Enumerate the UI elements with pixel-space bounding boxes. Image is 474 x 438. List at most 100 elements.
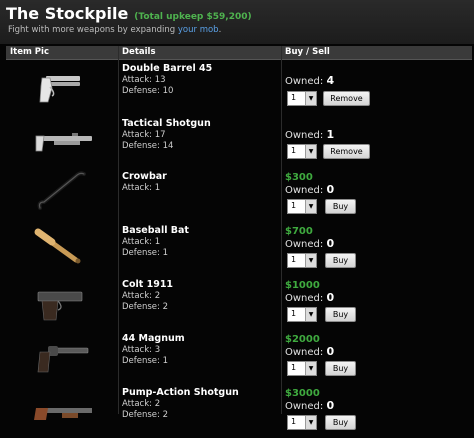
item-attack: Attack: 17 — [122, 130, 166, 140]
owned-count: Owned: 0 — [285, 237, 334, 250]
table-row: Colt 1911 Attack: 2 Defense: 2 $1000 Own… — [6, 276, 472, 330]
owned-count: Owned: 0 — [285, 291, 334, 304]
page-title: The Stockpile (Total upkeep $59,200) — [6, 4, 252, 23]
page-subtitle: Fight with more weapons by expanding you… — [8, 25, 221, 35]
quantity-select[interactable]: 1 ▼ — [287, 307, 317, 322]
owned-label: Owned: — [285, 347, 327, 358]
table-row: Pump-Action Shotgun Attack: 2 Defense: 2… — [6, 384, 472, 438]
chevron-down-icon[interactable]: ▼ — [305, 145, 316, 158]
owned-label: Owned: — [285, 239, 327, 250]
item-attack: Attack: 13 — [122, 75, 166, 85]
item-attack: Attack: 1 — [122, 183, 161, 193]
title-text: The Stockpile — [6, 4, 129, 23]
item-defense: Defense: 1 — [122, 248, 169, 258]
table-row: Tactical Shotgun Attack: 17 Defense: 14 … — [6, 115, 472, 169]
chevron-down-icon[interactable]: ▼ — [305, 308, 316, 321]
crowbar-icon — [37, 171, 86, 210]
quantity-value: 1 — [291, 309, 297, 318]
owned-label: Owned: — [285, 130, 327, 141]
item-name: Pump-Action Shotgun — [122, 387, 239, 398]
owned-label: Owned: — [285, 401, 327, 412]
item-name: 44 Magnum — [122, 333, 185, 344]
quantity-value: 1 — [291, 93, 297, 102]
item-defense: Defense: 1 — [122, 356, 169, 366]
item-attack: Attack: 1 — [122, 237, 161, 247]
owned-value: 1 — [326, 128, 335, 141]
owned-count: Owned: 1 — [285, 128, 334, 141]
owned-label: Owned: — [285, 185, 327, 196]
item-defense: Defense: 14 — [122, 141, 174, 151]
chevron-down-icon[interactable]: ▼ — [305, 254, 316, 267]
owned-label: Owned: — [285, 293, 327, 304]
item-attack: Attack: 2 — [122, 291, 161, 301]
owned-value: 0 — [326, 237, 335, 250]
item-price: $700 — [285, 226, 313, 237]
buy-button[interactable]: Buy — [325, 253, 356, 268]
col-buy-sell: Buy / Sell — [285, 47, 330, 57]
col-item-pic: Item Pic — [10, 47, 49, 57]
derringer-pistol-icon — [39, 76, 80, 103]
quantity-value: 1 — [291, 363, 297, 372]
chevron-down-icon[interactable]: ▼ — [305, 416, 316, 429]
item-pic — [6, 115, 118, 169]
item-pic — [6, 384, 118, 438]
table-header: Item Pic Details Buy / Sell — [6, 46, 472, 60]
item-price: $3000 — [285, 388, 320, 399]
owned-count: Owned: 0 — [285, 183, 334, 196]
table-row: Double Barrel 45 Attack: 13 Defense: 10 … — [6, 60, 472, 114]
buy-button[interactable]: Buy — [325, 199, 356, 214]
item-price: $1000 — [285, 280, 320, 291]
quantity-select[interactable]: 1 ▼ — [287, 415, 317, 430]
owned-value: 0 — [326, 345, 335, 358]
pistol-icon — [37, 291, 83, 321]
item-name: Crowbar — [122, 171, 167, 182]
revolver-icon — [37, 346, 89, 373]
buy-button[interactable]: Buy — [325, 307, 356, 322]
quantity-select[interactable]: 1 ▼ — [287, 199, 317, 214]
item-name: Colt 1911 — [122, 279, 174, 290]
owned-value: 0 — [326, 183, 335, 196]
owned-count: Owned: 0 — [285, 345, 334, 358]
quantity-select[interactable]: 1 ▼ — [287, 144, 317, 159]
item-defense: Defense: 2 — [122, 410, 169, 420]
table-row: 44 Magnum Attack: 3 Defense: 1 $2000 Own… — [6, 330, 472, 384]
chevron-down-icon[interactable]: ▼ — [305, 92, 316, 105]
chevron-down-icon[interactable]: ▼ — [305, 200, 316, 213]
item-price: $2000 — [285, 334, 320, 345]
page-header: The Stockpile (Total upkeep $59,200) Figh… — [0, 0, 474, 44]
item-attack: Attack: 3 — [122, 345, 161, 355]
table-row: Baseball Bat Attack: 1 Defense: 1 $700 O… — [6, 222, 472, 276]
tactical-shotgun-icon — [35, 133, 92, 152]
owned-value: 4 — [326, 74, 335, 87]
pump-shotgun-icon — [34, 408, 92, 420]
table-row: Crowbar Attack: 1 $300 Owned: 0 1 ▼ Buy — [6, 168, 472, 222]
quantity-value: 1 — [291, 255, 297, 264]
item-defense: Defense: 2 — [122, 302, 169, 312]
col-details: Details — [122, 47, 156, 57]
item-name: Double Barrel 45 — [122, 63, 213, 74]
buy-button[interactable]: Buy — [325, 415, 356, 430]
item-pic — [6, 330, 118, 384]
quantity-select[interactable]: 1 ▼ — [287, 361, 317, 376]
your-mob-link[interactable]: your mob — [178, 25, 219, 35]
remove-button[interactable]: Remove — [323, 91, 370, 106]
item-name: Tactical Shotgun — [122, 118, 211, 129]
remove-button[interactable]: Remove — [323, 144, 370, 159]
item-pic — [6, 168, 118, 222]
item-pic — [6, 60, 118, 114]
item-pic — [6, 222, 118, 276]
subtitle-text: Fight with more weapons by expanding — [8, 25, 178, 35]
item-name: Baseball Bat — [122, 225, 189, 236]
chevron-down-icon[interactable]: ▼ — [305, 362, 316, 375]
owned-label: Owned: — [285, 76, 327, 87]
buy-button[interactable]: Buy — [325, 361, 356, 376]
quantity-select[interactable]: 1 ▼ — [287, 91, 317, 106]
owned-value: 0 — [326, 291, 335, 304]
subtitle-period: . — [218, 25, 222, 35]
quantity-value: 1 — [291, 417, 297, 426]
owned-value: 0 — [326, 399, 335, 412]
owned-count: Owned: 4 — [285, 74, 334, 87]
upkeep-total: (Total upkeep $59,200) — [134, 12, 252, 22]
quantity-select[interactable]: 1 ▼ — [287, 253, 317, 268]
item-defense: Defense: 10 — [122, 86, 174, 96]
